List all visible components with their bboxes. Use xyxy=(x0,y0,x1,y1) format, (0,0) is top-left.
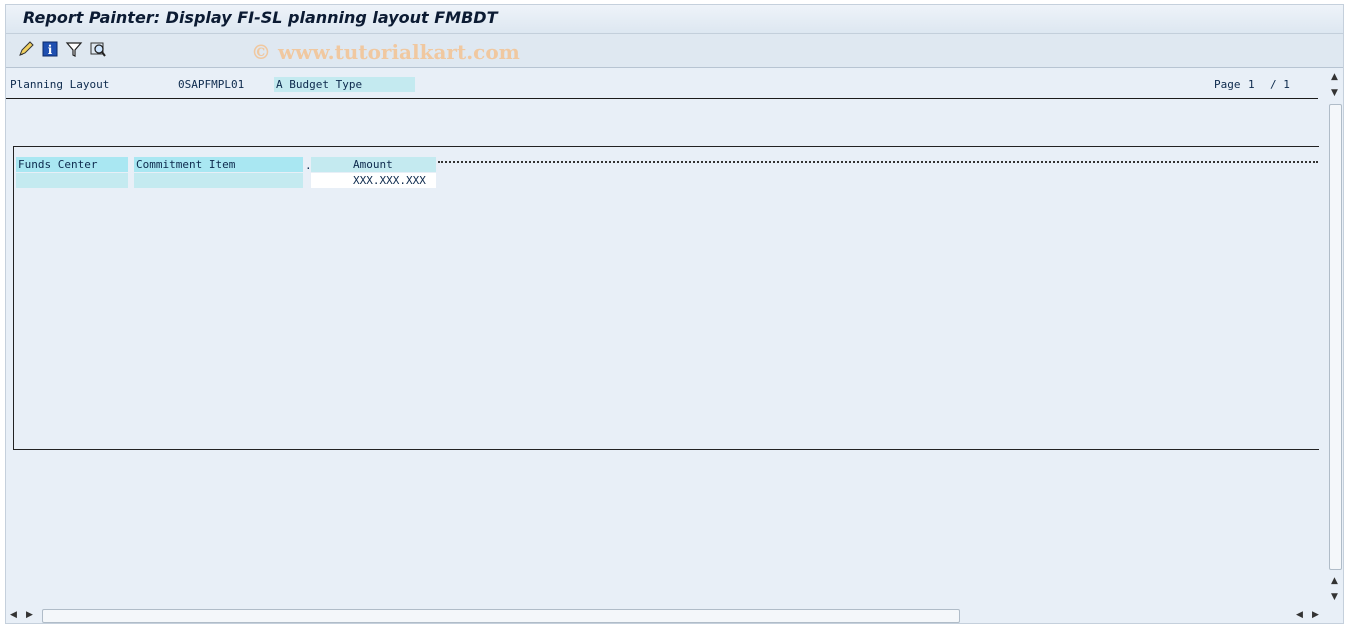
dotted-line xyxy=(438,161,1318,163)
scroll-page-right-icon[interactable]: ▶ xyxy=(1312,610,1319,620)
window-title: Report Painter: Display FI-SL planning l… xyxy=(23,8,498,27)
page-label: Page xyxy=(1214,78,1241,91)
vertical-scroll-thumb[interactable] xyxy=(1329,104,1342,570)
column-funds-center[interactable]: Funds Center xyxy=(16,157,128,172)
scroll-down-icon[interactable]: ▼ xyxy=(1331,88,1338,98)
filter-icon[interactable] xyxy=(65,40,83,58)
scroll-right-icon[interactable]: ▶ xyxy=(26,610,33,620)
svg-text:i: i xyxy=(48,43,53,57)
watermark: © www.tutorialkart.com xyxy=(251,40,520,64)
page-current: 1 xyxy=(1248,78,1255,91)
title-bar: Report Painter: Display FI-SL planning l… xyxy=(6,5,1343,34)
horizontal-scroll-thumb[interactable] xyxy=(42,609,960,623)
amount-cell[interactable]: XXX.XXX.XXX xyxy=(311,173,436,188)
find-icon[interactable] xyxy=(89,40,107,58)
application-toolbar: i © www.tutorialkart.com xyxy=(6,34,1343,68)
header-divider xyxy=(6,98,1318,99)
layout-id: 0SAPFMPL01 xyxy=(178,78,245,91)
horizontal-scrollbar[interactable]: ◀ ▶ ◀ ▶ xyxy=(6,607,1326,624)
scroll-page-left-icon[interactable]: ◀ xyxy=(1296,610,1303,620)
planning-layout-label: Planning Layout xyxy=(10,78,110,91)
layout-description: A Budget Type xyxy=(274,77,415,92)
vertical-scrollbar[interactable]: ▲ ▼ ▲ ▼ xyxy=(1327,68,1343,608)
column-commitment-item[interactable]: Commitment Item xyxy=(134,157,303,172)
funds-center-cell[interactable] xyxy=(16,173,128,188)
info-icon[interactable]: i xyxy=(41,40,59,58)
scroll-up-icon[interactable]: ▲ xyxy=(1331,72,1338,82)
scroll-page-up-icon[interactable]: ▲ xyxy=(1331,576,1338,586)
commitment-item-cell[interactable] xyxy=(134,173,303,188)
column-amount[interactable]: Amount xyxy=(311,157,436,172)
page-total: / 1 xyxy=(1270,78,1290,91)
scroll-page-down-icon[interactable]: ▼ xyxy=(1331,592,1338,602)
scroll-left-icon[interactable]: ◀ xyxy=(10,610,17,620)
layout-table xyxy=(13,146,1319,450)
edit-pencil-icon[interactable] xyxy=(17,40,35,58)
